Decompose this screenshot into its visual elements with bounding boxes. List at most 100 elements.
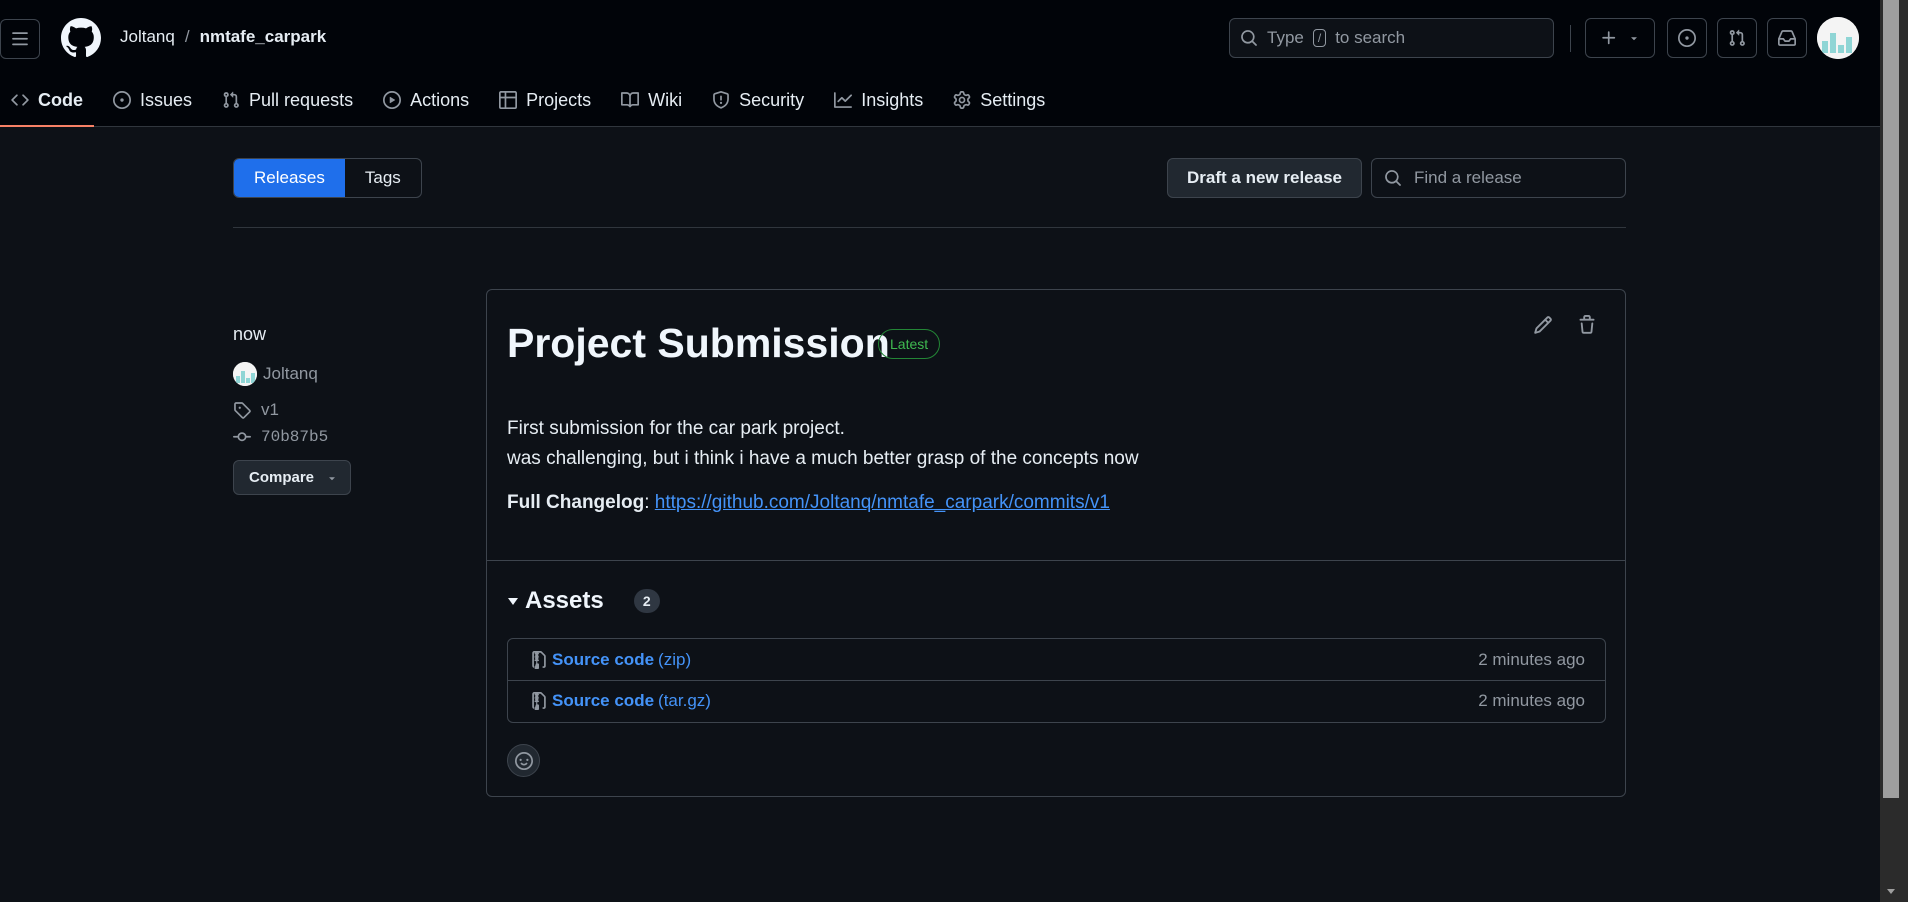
book-icon [621, 92, 640, 108]
search-prefix: Type [1267, 28, 1304, 47]
changelog-link[interactable]: https://github.com/Joltanq/nmtafe_carpar… [655, 492, 1110, 513]
trash-icon [1579, 315, 1595, 334]
tab-label: Insights [861, 89, 924, 110]
tab-wiki[interactable]: Wiki [610, 83, 693, 117]
file-zip-icon [532, 650, 546, 669]
assets-list: Source code (zip) 2 minutes ago Source c… [507, 638, 1606, 723]
user-avatar[interactable] [1817, 17, 1859, 59]
asset-name[interactable]: Source code [552, 691, 654, 711]
shield-icon [713, 91, 730, 109]
edit-release-button[interactable] [1533, 315, 1553, 335]
assets-count: 2 [633, 589, 660, 613]
tab-label: Actions [410, 89, 470, 110]
latest-badge: Latest [878, 329, 941, 359]
asset-ext[interactable]: (tar.gz) [658, 691, 711, 711]
asset-time: 2 minutes ago [1478, 691, 1585, 710]
scrollbar-thumb[interactable] [1883, 0, 1899, 798]
issues-button[interactable] [1667, 18, 1707, 58]
inbox-button[interactable] [1767, 18, 1807, 58]
tab-security[interactable]: Security [701, 83, 815, 117]
pull-request-icon [223, 91, 239, 108]
tab-projects[interactable]: Projects [488, 83, 602, 117]
changelog: Full Changelog: https://github.com/Jolta… [507, 492, 1110, 514]
gear-icon [953, 91, 971, 109]
asset-row[interactable]: Source code (zip) 2 minutes ago [508, 639, 1605, 680]
breadcrumb-separator: / [184, 27, 190, 46]
pull-requests-button[interactable] [1717, 18, 1757, 58]
table-icon [499, 91, 518, 109]
owner-link[interactable]: Joltanq [120, 27, 175, 47]
commit-sha[interactable]: 70b87b5 [261, 428, 328, 446]
releases-tab[interactable]: Releases [234, 159, 345, 197]
tab-insights[interactable]: Insights [823, 83, 934, 117]
file-zip-icon [532, 692, 546, 710]
tags-tab[interactable]: Tags [345, 159, 421, 197]
graph-icon [834, 92, 853, 108]
pencil-icon [1534, 316, 1552, 334]
find-release-input[interactable] [1414, 168, 1614, 188]
breadcrumb: Joltanq / nmtafe_carpark [120, 27, 326, 47]
scroll-down-icon[interactable] [1883, 883, 1899, 899]
draft-release-button[interactable]: Draft a new release [1167, 158, 1362, 198]
release-card: Project Submission Latest First submissi… [486, 289, 1626, 797]
compare-label: Compare [249, 469, 315, 486]
tab-issues[interactable]: Issues [102, 83, 203, 117]
inbox-icon [1778, 30, 1796, 46]
tab-label: Issues [140, 89, 193, 110]
hamburger-menu-button[interactable] [0, 19, 40, 59]
repo-nav: Code Issues Pull requests Actions Projects Wi… [0, 83, 1064, 127]
global-search-input[interactable]: Type / to search [1229, 18, 1554, 58]
play-icon [383, 91, 402, 109]
changelog-label: Full Changelog [507, 492, 645, 513]
asset-time: 2 minutes ago [1478, 649, 1585, 669]
card-divider [487, 560, 1625, 561]
tab-actions[interactable]: Actions [372, 83, 480, 117]
tab-settings[interactable]: Settings [942, 83, 1056, 117]
tab-code[interactable]: Code [0, 83, 94, 127]
header-divider [1570, 25, 1571, 52]
tab-label: Projects [526, 89, 592, 110]
tab-label: Security [739, 89, 805, 110]
menu-icon [12, 32, 28, 46]
release-notes-line: was challenging, but i think i have a mu… [507, 448, 1139, 469]
repo-link[interactable]: nmtafe_carpark [200, 27, 327, 47]
author-name[interactable]: Joltanq [263, 364, 318, 384]
search-shortcut-key: / [1312, 29, 1327, 47]
asset-link[interactable]: Source code (zip) [530, 650, 691, 670]
subnav-divider [233, 227, 1626, 228]
asset-row[interactable]: Source code (tar.gz) 2 minutes ago [508, 680, 1605, 721]
release-meta: now Joltanq v1 70b87b5 Compare [233, 324, 351, 495]
issue-icon [113, 91, 131, 109]
tag-icon [234, 402, 251, 419]
tag-name[interactable]: v1 [261, 400, 279, 420]
page-scrollbar[interactable] [1880, 0, 1908, 902]
search-icon [1241, 30, 1257, 46]
assets-toggle[interactable]: Assets 2 [507, 587, 660, 615]
caret-down-icon [1631, 37, 1637, 41]
author-avatar[interactable] [233, 362, 257, 386]
tab-label: Settings [980, 89, 1046, 110]
release-title[interactable]: Project Submission [507, 320, 890, 367]
release-notes-line: First submission for the car park projec… [507, 418, 845, 439]
release-author[interactable]: Joltanq [233, 362, 318, 386]
search-suffix: to search [1335, 28, 1406, 47]
release-commit[interactable]: 70b87b5 [233, 428, 328, 446]
find-release-field[interactable] [1371, 158, 1626, 198]
add-reaction-button[interactable] [507, 744, 540, 777]
pull-request-icon [1729, 29, 1745, 46]
delete-release-button[interactable] [1577, 315, 1597, 335]
changelog-colon: : [644, 492, 655, 513]
asset-link[interactable]: Source code (tar.gz) [530, 691, 711, 711]
github-logo-icon[interactable] [61, 18, 101, 58]
asset-name[interactable]: Source code [552, 650, 654, 670]
releases-tags-toggle: Releases Tags [233, 158, 422, 198]
tab-pull-requests[interactable]: Pull requests [211, 83, 364, 117]
code-icon [11, 94, 29, 106]
asset-ext[interactable]: (zip) [658, 650, 691, 670]
issue-icon [1678, 29, 1696, 47]
create-new-button[interactable] [1585, 18, 1655, 58]
smiley-icon [514, 751, 533, 770]
release-notes: First submission for the car park projec… [507, 414, 1139, 474]
compare-button[interactable]: Compare [233, 460, 351, 495]
release-tag[interactable]: v1 [233, 400, 279, 420]
